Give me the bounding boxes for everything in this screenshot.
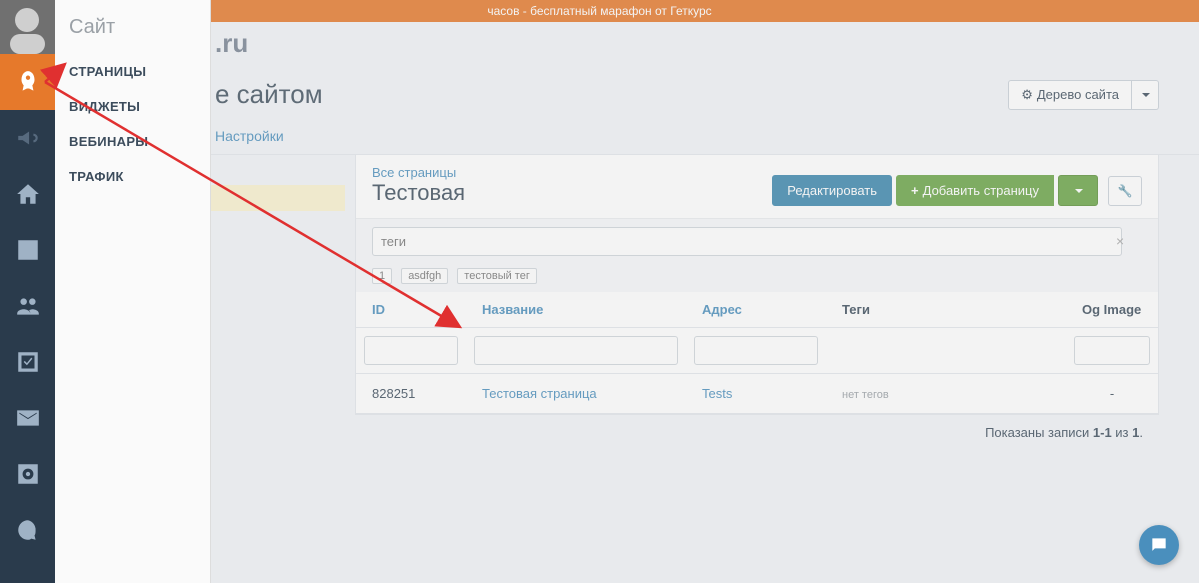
table-row[interactable]: 828251 Тестовая страница Tests нет тегов… — [356, 374, 1158, 414]
cell-url-link[interactable]: Tests — [702, 386, 732, 401]
filter-og-input[interactable] — [1074, 336, 1150, 365]
pagination-of: из — [1112, 425, 1132, 440]
cell-name-link[interactable]: Тестовая страница — [482, 386, 597, 401]
add-page-caret[interactable] — [1058, 175, 1098, 206]
chat-bubble-icon — [1149, 535, 1169, 555]
col-og: Og Image — [1066, 292, 1158, 328]
nav-chart-icon[interactable] — [0, 222, 55, 278]
tools-button[interactable] — [1108, 176, 1142, 206]
tag-chip-1[interactable]: 1 — [372, 268, 392, 284]
site-tree-label: Дерево сайта — [1037, 87, 1119, 102]
nav-mail-icon[interactable] — [0, 390, 55, 446]
cell-id: 828251 — [356, 374, 466, 414]
pagination-range: 1-1 — [1093, 425, 1112, 440]
tag-filter-row: 1 asdfgh тестовый тег — [356, 264, 1158, 292]
tag-chip-3[interactable]: тестовый тег — [457, 268, 537, 284]
nav-megaphone-icon[interactable] — [0, 110, 55, 166]
pagination-prefix: Показаны записи — [985, 425, 1093, 440]
col-id[interactable]: ID — [356, 292, 466, 328]
avatar[interactable] — [0, 0, 55, 54]
chat-fab[interactable] — [1139, 525, 1179, 565]
nav-users-icon[interactable] — [0, 278, 55, 334]
tabs-row: Настройки — [55, 128, 1199, 155]
tags-input[interactable] — [372, 227, 1122, 256]
site-tree-caret[interactable] — [1132, 80, 1159, 110]
pages-table: ID Название Адрес Теги Og Image 828251 — [356, 292, 1158, 414]
submenu-item-pages[interactable]: СТРАНИЦЫ — [55, 54, 210, 89]
tab-settings[interactable]: Настройки — [215, 128, 284, 154]
nav-check-icon[interactable] — [0, 334, 55, 390]
icon-rail — [0, 0, 55, 583]
page-title: е сайтом — [215, 79, 323, 110]
pagination-info: Показаны записи 1-1 из 1. — [355, 415, 1159, 450]
submenu-panel: Сайт СТРАНИЦЫ ВИДЖЕТЫ ВЕБИНАРЫ ТРАФИК — [55, 0, 211, 583]
all-pages-link[interactable]: Все страницы — [372, 165, 465, 180]
submenu-item-webinars[interactable]: ВЕБИНАРЫ — [55, 124, 210, 159]
edit-button[interactable]: Редактировать — [772, 175, 892, 206]
submenu-item-traffic[interactable]: ТРАФИК — [55, 159, 210, 194]
nav-rocket-icon[interactable] — [0, 54, 55, 110]
cell-tags: нет тегов — [842, 389, 889, 401]
submenu-title: Сайт — [55, 0, 210, 54]
filter-id-input[interactable] — [364, 336, 458, 365]
folder-title: Тестовая — [372, 180, 465, 205]
nav-home-icon[interactable] — [0, 166, 55, 222]
add-page-button[interactable]: Добавить страницу — [896, 175, 1054, 206]
add-page-label: Добавить страницу — [923, 183, 1039, 198]
main-content: .ru е сайтом Дерево сайта Настройки Все … — [55, 22, 1199, 583]
banner-text: часов - бесплатный марафон от Геткурс — [487, 4, 711, 18]
site-tree-button-group: Дерево сайта — [1008, 80, 1159, 110]
content-panel: Все страницы Тестовая Редактировать Доба… — [355, 155, 1159, 415]
filter-url-input[interactable] — [694, 336, 818, 365]
col-tags: Теги — [826, 292, 1066, 328]
site-tree-button[interactable]: Дерево сайта — [1008, 80, 1132, 110]
filter-name-input[interactable] — [474, 336, 678, 365]
cell-og: - — [1066, 374, 1158, 414]
submenu-item-widgets[interactable]: ВИДЖЕТЫ — [55, 89, 210, 124]
site-domain: .ru — [55, 22, 1199, 59]
clear-tags-icon[interactable]: × — [1116, 233, 1124, 249]
nav-settings-box-icon[interactable] — [0, 446, 55, 502]
tag-chip-2[interactable]: asdfgh — [401, 268, 448, 284]
pagination-suffix: . — [1139, 425, 1143, 440]
col-url[interactable]: Адрес — [686, 292, 826, 328]
nav-chat-icon[interactable] — [0, 502, 55, 558]
col-name[interactable]: Название — [466, 292, 686, 328]
